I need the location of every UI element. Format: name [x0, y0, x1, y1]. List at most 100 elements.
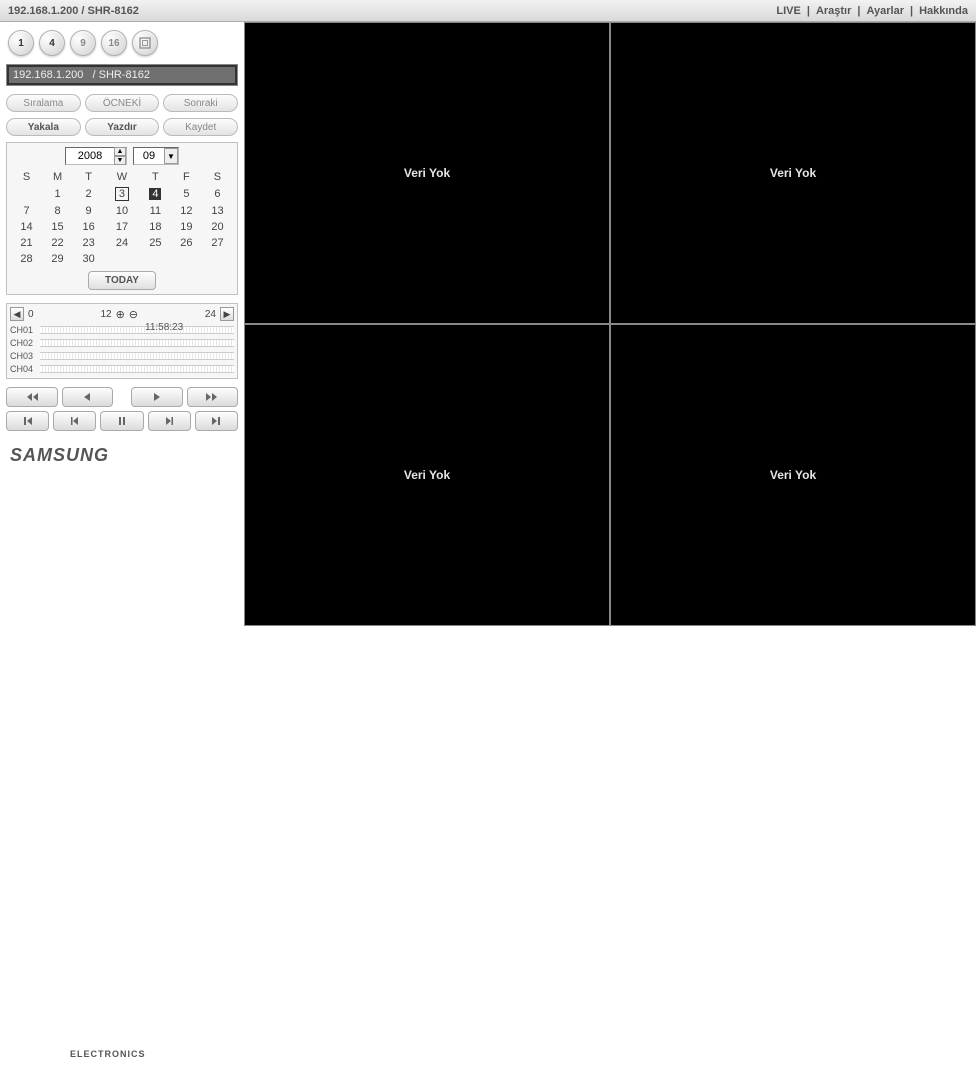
cal-cell[interactable]: 21	[11, 235, 42, 251]
layout-9-button[interactable]: 9	[70, 30, 96, 56]
rewind-button[interactable]	[6, 387, 58, 407]
cal-cell[interactable]	[104, 251, 140, 267]
zoom-in-icon[interactable]: ⊕	[116, 308, 125, 321]
print-button[interactable]: Yazdır	[85, 118, 160, 136]
order-button[interactable]: Sıralama	[6, 94, 81, 112]
cal-cell[interactable]: 6	[202, 185, 233, 203]
action-button-row: Yakala Yazdır Kaydet	[6, 118, 238, 136]
video-cell-4[interactable]: Veri Yok	[610, 324, 976, 626]
cal-cell[interactable]: 13	[202, 203, 233, 219]
cal-cell[interactable]: 7	[11, 203, 42, 219]
device-list[interactable]: 192.168.1.200 / SHR-8162	[6, 64, 238, 86]
video-cell-2[interactable]: Veri Yok	[610, 22, 976, 324]
channel-bar[interactable]	[40, 365, 234, 373]
video-grid: Veri Yok Veri Yok Veri Yok Veri Yok	[244, 22, 976, 626]
timeline-next-icon[interactable]: ▶	[220, 307, 234, 321]
channel-label: CH03	[10, 351, 40, 361]
playback-row-1	[6, 387, 238, 407]
calendar-panel: ▲ ▼ ▼ S M T W T F S	[6, 142, 238, 295]
cal-dayhead: M	[42, 169, 73, 185]
cal-cell[interactable]	[202, 251, 233, 267]
video-cell-3[interactable]: Veri Yok	[244, 324, 610, 626]
prev-button[interactable]: ÖCNEKİ	[85, 94, 160, 112]
cal-cell[interactable]: 19	[171, 219, 202, 235]
layout-1-button[interactable]: 1	[8, 30, 34, 56]
channel-bar[interactable]	[40, 339, 234, 347]
step-back-button[interactable]	[53, 411, 96, 431]
step-forward-button[interactable]	[148, 411, 191, 431]
channel-label: CH04	[10, 364, 40, 374]
cal-cell[interactable]: 25	[140, 235, 171, 251]
year-up-button[interactable]: ▲	[114, 147, 126, 156]
layout-4-button[interactable]: 4	[39, 30, 65, 56]
save-button[interactable]: Kaydet	[163, 118, 238, 136]
page-title: 192.168.1.200 / SHR-8162	[8, 5, 139, 17]
cal-dayhead: F	[171, 169, 202, 185]
cal-cell[interactable]: 30	[73, 251, 104, 267]
no-data-label: Veri Yok	[770, 166, 816, 180]
next-button[interactable]: Sonraki	[163, 94, 238, 112]
capture-button[interactable]: Yakala	[6, 118, 81, 136]
play-reverse-button[interactable]	[62, 387, 114, 407]
cal-cell[interactable]: 22	[42, 235, 73, 251]
layout-16-button[interactable]: 16	[101, 30, 127, 56]
cal-cell-selected[interactable]: 4	[140, 185, 171, 203]
year-down-button[interactable]: ▼	[114, 156, 126, 165]
zoom-out-icon[interactable]: ⊖	[129, 308, 138, 321]
cal-cell[interactable]: 11	[140, 203, 171, 219]
cal-cell[interactable]: 26	[171, 235, 202, 251]
cal-cell[interactable]: 15	[42, 219, 73, 235]
device-list-item[interactable]: 192.168.1.200 / SHR-8162	[9, 67, 235, 83]
cal-cell[interactable]: 23	[73, 235, 104, 251]
cal-cell[interactable]: 3	[104, 185, 140, 203]
channel-bar[interactable]	[40, 352, 234, 360]
divider: |	[807, 5, 810, 17]
cal-cell[interactable]: 2	[73, 185, 104, 203]
channel-bar[interactable]	[40, 326, 234, 334]
month-input[interactable]	[134, 150, 164, 162]
today-button[interactable]: TODAY	[88, 271, 156, 290]
cal-cell[interactable]: 5	[171, 185, 202, 203]
fast-forward-button[interactable]	[187, 387, 239, 407]
cal-cell[interactable]	[140, 251, 171, 267]
top-bar: 192.168.1.200 / SHR-8162 LIVE | Araştır …	[0, 0, 976, 22]
nav-live[interactable]: LIVE	[776, 5, 800, 17]
cal-cell[interactable]: 24	[104, 235, 140, 251]
layout-button-row: 1 4 9 16	[6, 26, 238, 64]
timeline-prev-icon[interactable]: ◀	[10, 307, 24, 321]
video-cell-1[interactable]: Veri Yok	[244, 22, 610, 324]
cal-cell[interactable]: 20	[202, 219, 233, 235]
skip-end-button[interactable]	[195, 411, 238, 431]
cal-cell[interactable]: 28	[11, 251, 42, 267]
cal-cell[interactable]: 14	[11, 219, 42, 235]
year-spinner[interactable]: ▲ ▼	[65, 147, 127, 165]
sidebar: 1 4 9 16 192.168.1.200 / SHR-8162 Sırala…	[0, 22, 244, 626]
cal-cell[interactable]: 27	[202, 235, 233, 251]
cal-cell[interactable]	[171, 251, 202, 267]
cal-dayhead: S	[202, 169, 233, 185]
cal-cell[interactable]: 10	[104, 203, 140, 219]
cal-cell[interactable]: 1	[42, 185, 73, 203]
cal-cell[interactable]: 29	[42, 251, 73, 267]
month-select[interactable]: ▼	[133, 147, 179, 165]
no-data-label: Veri Yok	[404, 468, 450, 482]
cal-cell[interactable]: 9	[73, 203, 104, 219]
skip-start-button[interactable]	[6, 411, 49, 431]
tick-0: 0	[28, 309, 34, 320]
year-input[interactable]	[66, 150, 114, 162]
cal-cell[interactable]	[11, 185, 42, 203]
nav-settings[interactable]: Ayarlar	[866, 5, 904, 17]
cal-cell[interactable]: 16	[73, 219, 104, 235]
cal-cell[interactable]: 18	[140, 219, 171, 235]
layout-fullscreen-button[interactable]	[132, 30, 158, 56]
nav-search[interactable]: Araştır	[816, 5, 851, 17]
divider: |	[857, 5, 860, 17]
cal-cell[interactable]: 17	[104, 219, 140, 235]
pause-button[interactable]	[100, 411, 143, 431]
cal-cell[interactable]: 8	[42, 203, 73, 219]
top-nav: LIVE | Araştır | Ayarlar | Hakkında	[776, 5, 968, 17]
nav-about[interactable]: Hakkında	[919, 5, 968, 17]
cal-cell[interactable]: 12	[171, 203, 202, 219]
month-dropdown-button[interactable]: ▼	[164, 148, 178, 164]
play-button[interactable]	[131, 387, 183, 407]
